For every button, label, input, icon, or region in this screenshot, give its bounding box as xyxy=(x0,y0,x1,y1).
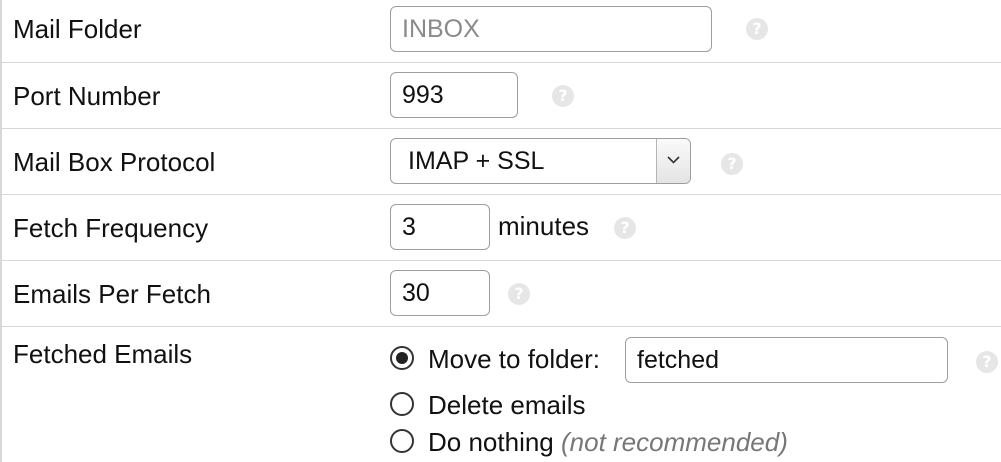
fetch-frequency-unit: minutes xyxy=(498,211,590,241)
move-to-folder-label[interactable]: Move to folder: xyxy=(428,344,600,374)
fetch-frequency-input[interactable]: 3 xyxy=(390,204,490,250)
delete-emails-radio[interactable] xyxy=(390,392,414,416)
do-nothing-label: Do nothing xyxy=(428,427,554,457)
question-circle-icon[interactable]: ? xyxy=(508,283,530,305)
question-circle-icon[interactable]: ? xyxy=(552,85,574,107)
port-number-label: Port Number xyxy=(13,81,161,111)
port-number-row: Port Number 993 ? xyxy=(2,62,1001,128)
delete-emails-label[interactable]: Delete emails xyxy=(428,390,586,420)
mail-box-protocol-value: IMAP + SSL xyxy=(408,147,545,175)
mail-box-protocol-select[interactable]: IMAP + SSL xyxy=(390,138,691,184)
do-nothing-option[interactable]: Do nothing (not recommended) xyxy=(428,427,788,457)
mail-settings-form: Mail Folder INBOX ? Port Number 993 ? Ma… xyxy=(0,0,1001,462)
fetch-frequency-row: Fetch Frequency 3 minutes ? xyxy=(2,194,1001,260)
chevron-down-icon[interactable] xyxy=(656,139,690,183)
do-nothing-radio[interactable] xyxy=(390,429,414,453)
mail-box-protocol-label: Mail Box Protocol xyxy=(13,147,216,177)
fetch-frequency-label: Fetch Frequency xyxy=(13,213,209,243)
question-circle-icon[interactable]: ? xyxy=(746,18,768,40)
emails-per-fetch-input[interactable]: 30 xyxy=(390,270,490,316)
mail-folder-label: Mail Folder xyxy=(13,14,142,44)
not-recommended-note: (not recommended) xyxy=(561,427,788,457)
fetched-emails-label: Fetched Emails xyxy=(13,339,193,369)
move-to-folder-radio[interactable] xyxy=(390,346,414,370)
fetched-folder-input[interactable]: fetched xyxy=(625,337,948,383)
emails-per-fetch-label: Emails Per Fetch xyxy=(13,279,211,309)
mail-folder-input[interactable]: INBOX xyxy=(390,6,712,52)
question-circle-icon[interactable]: ? xyxy=(614,217,636,239)
question-circle-icon[interactable]: ? xyxy=(976,351,998,373)
emails-per-fetch-row: Emails Per Fetch 30 ? xyxy=(2,260,1001,326)
port-number-input[interactable]: 993 xyxy=(390,72,518,118)
mail-box-protocol-row: Mail Box Protocol IMAP + SSL ? xyxy=(2,128,1001,194)
question-circle-icon[interactable]: ? xyxy=(721,153,743,175)
fetched-emails-row: Fetched Emails Move to folder: fetched ?… xyxy=(2,326,1001,462)
mail-folder-row: Mail Folder INBOX ? xyxy=(2,0,1001,62)
